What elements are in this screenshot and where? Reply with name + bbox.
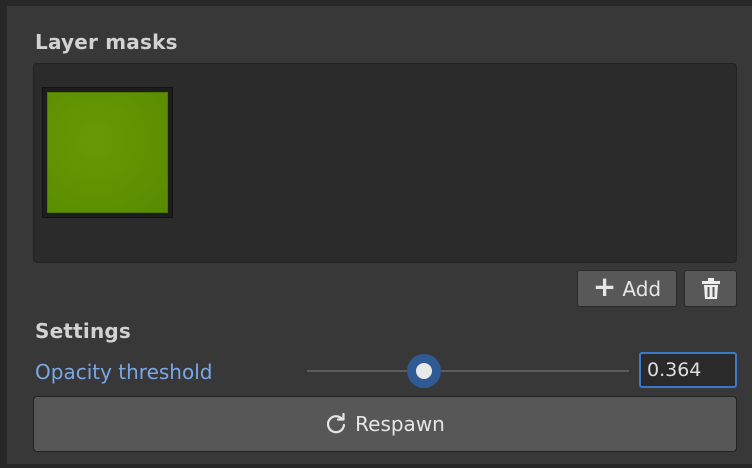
opacity-threshold-input[interactable] (639, 352, 737, 388)
inspector-panel: Layer masks + Add Settings Opacity thres… (0, 0, 752, 468)
layer-mask-list[interactable] (33, 63, 737, 263)
panel-border-top (0, 0, 752, 6)
respawn-button[interactable]: Respawn (33, 396, 737, 452)
opacity-slider-thumb[interactable] (407, 354, 442, 388)
layer-mask-thumbnail[interactable] (42, 87, 173, 218)
refresh-icon (327, 413, 346, 434)
trash-icon (701, 277, 720, 299)
opacity-slider-track[interactable] (307, 370, 629, 372)
panel-border-bottom (0, 464, 752, 468)
opacity-slider-thumb-knob (416, 363, 433, 379)
settings-title: Settings (35, 319, 132, 343)
respawn-button-label: Respawn (355, 412, 445, 436)
add-button-label: Add (622, 276, 662, 301)
opacity-threshold-label: Opacity threshold (35, 360, 213, 384)
plus-icon: + (592, 270, 617, 303)
panel-border-left (0, 0, 7, 468)
add-button[interactable]: + Add (577, 270, 677, 307)
layer-mask-preview (47, 92, 168, 213)
delete-button[interactable] (684, 270, 737, 307)
layer-masks-title: Layer masks (35, 30, 178, 54)
